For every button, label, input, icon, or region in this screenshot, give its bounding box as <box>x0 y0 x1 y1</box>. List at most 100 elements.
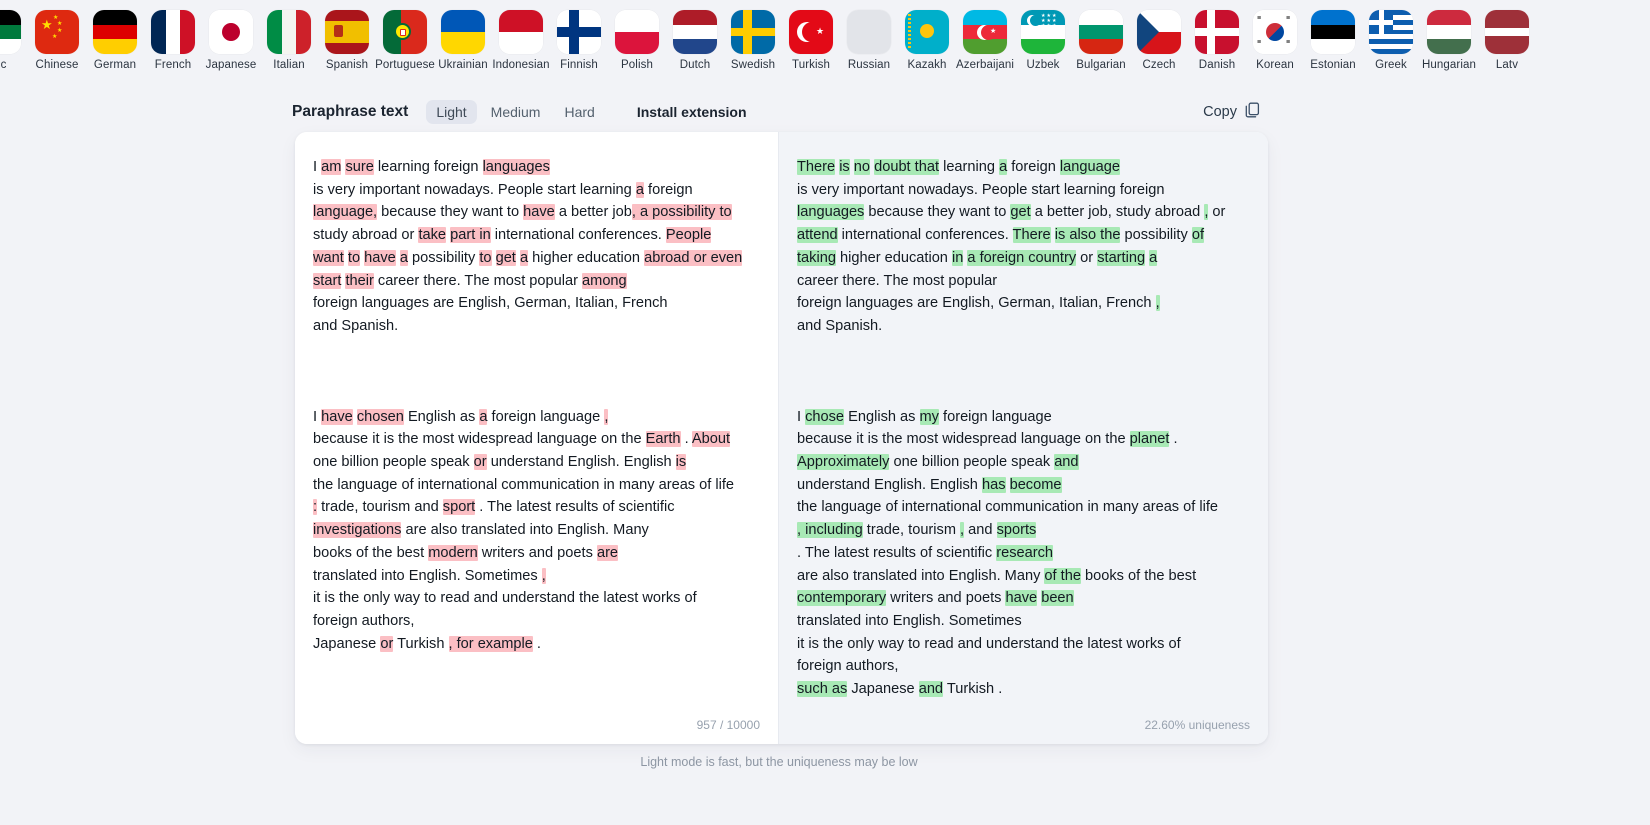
paraphrase-toolbar: Paraphrase text Light Medium Hard Install … <box>0 94 1650 130</box>
mode-tab-hard[interactable]: Hard <box>554 100 604 124</box>
language-item-chinese[interactable]: ★ ★ ★ ★ ★ Chinese <box>28 10 86 71</box>
highlighted-phrase: no <box>853 159 871 175</box>
language-item-danish[interactable]: Danish <box>1188 10 1246 71</box>
clipboard-icon <box>1245 102 1260 123</box>
language-item-label: Swedish <box>730 59 776 71</box>
greek-flag-icon <box>1369 10 1413 54</box>
language-item-turkish[interactable]: ★ Turkish <box>782 10 840 71</box>
language-item-hungarian[interactable]: Hungarian <box>1420 10 1478 71</box>
language-item-french[interactable]: French <box>144 10 202 71</box>
language-item-latvian[interactable]: Latv <box>1478 10 1536 71</box>
install-extension-link[interactable]: Install extension <box>637 104 747 120</box>
paraphrased-paragraph-1: There is no doubt that learning a foreig… <box>797 159 1226 334</box>
highlighted-phrase: abroad or even <box>644 249 743 266</box>
highlighted-phrase: part in <box>450 227 491 244</box>
highlighted-phrase: chose <box>805 408 845 425</box>
language-item-indonesian[interactable]: Indonesian <box>492 10 550 71</box>
language-item-estonian[interactable]: Estonian <box>1304 10 1362 71</box>
language-item-label: Turkish <box>792 59 830 71</box>
highlighted-phrase: been <box>1041 590 1074 607</box>
highlighted-phrase: to <box>479 249 492 266</box>
language-item-czech[interactable]: Czech <box>1130 10 1188 71</box>
highlighted-phrase: Approximately <box>797 454 890 471</box>
highlighted-phrase: There <box>797 159 836 175</box>
character-counter: 957 / 10000 <box>696 718 760 732</box>
dutch-flag-icon <box>673 10 717 54</box>
highlighted-phrase: have <box>523 204 555 221</box>
language-item-russian[interactable]: Russian <box>840 10 898 71</box>
paraphrased-text-pane[interactable]: There is no doubt that learning a foreig… <box>779 132 1268 744</box>
highlighted-phrase: : <box>313 499 318 516</box>
language-item-bulgarian[interactable]: Bulgarian <box>1072 10 1130 71</box>
uniqueness-indicator: 22.60% uniqueness <box>1144 718 1250 732</box>
highlighted-phrase: start <box>313 272 342 289</box>
highlighted-phrase: sport <box>442 499 476 516</box>
highlighted-phrase: contemporary <box>797 590 887 607</box>
source-text-pane[interactable]: I am sure learning foreign languages is … <box>295 132 779 744</box>
highlighted-phrase: , for example <box>448 635 533 652</box>
language-item-label: Indonesian <box>492 59 550 71</box>
highlighted-phrase: sure <box>345 159 374 175</box>
language-item-spanish[interactable]: Spanish <box>318 10 376 71</box>
language-selector-strip[interactable]: bic ★ ★ ★ ★ ★ Chinese German French Japanes… <box>0 0 1650 84</box>
language-item-label: Chinese <box>35 59 79 71</box>
language-item-kazakh[interactable]: Kazakh <box>898 10 956 71</box>
language-item-label: Hungarian <box>1422 59 1476 71</box>
ukrainian-flag-icon <box>441 10 485 54</box>
language-item-portuguese[interactable]: Portuguese <box>375 10 435 71</box>
highlighted-phrase: language, <box>313 204 378 221</box>
highlighted-phrase: am <box>321 159 342 175</box>
highlighted-phrase: of the <box>1044 567 1081 584</box>
language-item-label: Spanish <box>325 59 369 71</box>
highlighted-phrase: , <box>604 408 609 425</box>
language-item-label: Russian <box>847 59 891 71</box>
copy-button[interactable]: Copy <box>1203 102 1260 123</box>
language-item-label: Azerbaijani <box>956 59 1014 71</box>
language-item-greek[interactable]: Greek <box>1362 10 1420 71</box>
highlighted-phrase: People <box>665 227 712 244</box>
highlighted-phrase: , <box>1155 295 1160 312</box>
paraphrased-text-body[interactable]: There is no doubt that learning a foreig… <box>779 132 1268 701</box>
uzbek-flag-icon: ★★★ ★★★ ★★★ <box>1021 10 1065 54</box>
language-item-korean[interactable]: ≡ ≡ ≡ ≡ Korean <box>1246 10 1304 71</box>
language-item-label: Estonian <box>1310 59 1356 71</box>
indonesian-flag-icon <box>499 10 543 54</box>
language-item-polish[interactable]: Polish <box>608 10 666 71</box>
highlighted-phrase: There <box>1012 227 1051 244</box>
source-text-body[interactable]: I am sure learning foreign languages is … <box>295 132 778 655</box>
highlighted-phrase: take <box>418 227 447 244</box>
language-item-swedish[interactable]: Swedish <box>724 10 782 71</box>
highlighted-phrase: investigations <box>313 522 402 539</box>
mode-tabs[interactable]: Light Medium Hard <box>426 100 605 124</box>
language-item-ukrainian[interactable]: Ukrainian <box>434 10 492 71</box>
highlighted-phrase: get <box>495 249 516 266</box>
highlighted-phrase: doubt that <box>874 159 940 175</box>
language-item-italian[interactable]: Italian <box>260 10 318 71</box>
highlighted-phrase: or <box>380 635 394 652</box>
bulgarian-flag-icon <box>1079 10 1123 54</box>
highlighted-phrase: , <box>541 567 546 584</box>
language-item-arabic[interactable]: bic <box>0 10 28 71</box>
highlighted-phrase: a <box>479 408 488 425</box>
mode-tab-light[interactable]: Light <box>426 100 477 124</box>
language-item-label: Latv <box>1495 59 1519 71</box>
hungarian-flag-icon <box>1427 10 1471 54</box>
language-item-german[interactable]: German <box>86 10 144 71</box>
language-item-japanese[interactable]: Japanese <box>202 10 260 71</box>
page-title: Paraphrase text <box>292 103 409 120</box>
language-item-label: Portuguese <box>375 59 435 71</box>
highlighted-phrase: among <box>582 272 627 289</box>
highlighted-phrase: , <box>1204 204 1209 221</box>
language-item-dutch[interactable]: Dutch <box>666 10 724 71</box>
language-item-azerbaijani[interactable]: ★ Azerbaijani <box>956 10 1014 71</box>
highlighted-phrase: attend <box>797 227 838 244</box>
language-item-finnish[interactable]: Finnish <box>550 10 608 71</box>
highlighted-phrase: become <box>1009 476 1062 493</box>
paraphrase-card: I am sure learning foreign languages is … <box>295 132 1268 744</box>
highlighted-phrase: their <box>345 272 374 289</box>
chinese-flag-icon: ★ ★ ★ ★ ★ <box>35 10 79 54</box>
language-item-uzbek[interactable]: ★★★ ★★★ ★★★ Uzbek <box>1014 10 1072 71</box>
source-paragraph-2: I have chosen English as a foreign langu… <box>313 408 735 652</box>
mode-tab-medium[interactable]: Medium <box>481 100 551 124</box>
highlighted-phrase: get <box>1010 204 1031 221</box>
